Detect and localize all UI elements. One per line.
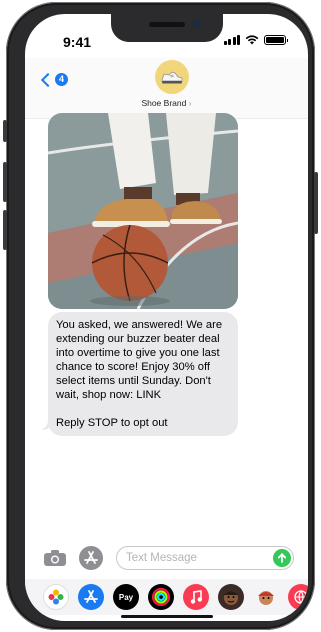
notch — [111, 14, 223, 42]
screen: 9:41 4 Shoe Brand › You asked, we answer… — [25, 14, 308, 621]
mute-switch — [3, 120, 7, 142]
apple-pay-label: Pay — [118, 592, 134, 602]
side-button — [314, 172, 318, 234]
wifi-icon — [245, 35, 259, 45]
memoji-2-icon — [258, 591, 274, 605]
status-time: 9:41 — [63, 34, 92, 50]
message-image[interactable] — [48, 113, 238, 309]
activity-app[interactable] — [148, 584, 174, 610]
memoji-icon — [224, 591, 238, 605]
message-bubble[interactable]: You asked, we answered! We are extending… — [48, 312, 238, 436]
phone-frame: 9:41 4 Shoe Brand › You asked, we answer… — [3, 2, 318, 630]
message-input[interactable]: Text Message — [116, 546, 294, 570]
conversation-header: 4 Shoe Brand › — [25, 58, 308, 119]
sneaker-on-basketball-photo — [48, 113, 238, 309]
send-button[interactable] — [273, 549, 291, 567]
apple-pay-app[interactable]: Pay — [113, 584, 139, 610]
status-icons — [223, 35, 288, 45]
contact-name[interactable]: Shoe Brand › — [25, 98, 308, 108]
home-indicator[interactable] — [121, 615, 213, 618]
composer-bar: Text Message — [25, 544, 308, 574]
globe-icon — [294, 590, 308, 604]
memoji-app[interactable] — [218, 584, 244, 610]
arrow-up-icon — [277, 553, 287, 563]
app-store-button[interactable] — [79, 546, 103, 570]
memoji-2-app[interactable] — [253, 584, 279, 610]
app-store-icon — [84, 551, 98, 564]
music-note-icon — [190, 590, 202, 604]
camera-icon[interactable] — [44, 550, 66, 566]
app-store-icon — [84, 590, 98, 603]
contact-avatar[interactable] — [155, 60, 189, 94]
volume-down-button — [3, 210, 7, 250]
music-app[interactable] — [183, 584, 209, 610]
photos-app[interactable] — [43, 584, 69, 610]
speaker — [149, 22, 185, 27]
app-store-app[interactable] — [78, 584, 104, 610]
back-button[interactable]: 4 — [40, 72, 68, 88]
web-app[interactable] — [288, 584, 308, 610]
front-camera — [193, 20, 201, 28]
app-drawer: Pay — [25, 579, 308, 615]
unread-badge: 4 — [55, 73, 68, 86]
photos-icon — [48, 589, 64, 605]
chevron-left-icon — [40, 72, 56, 88]
signal-icon — [223, 35, 240, 45]
battery-icon — [264, 35, 288, 45]
message-input-placeholder: Text Message — [126, 552, 197, 564]
activity-rings-icon — [151, 587, 171, 607]
volume-up-button — [3, 162, 7, 202]
sneaker-icon — [161, 71, 183, 84]
contact-name-label: Shoe Brand — [141, 98, 187, 108]
chevron-right-icon: › — [188, 98, 192, 108]
